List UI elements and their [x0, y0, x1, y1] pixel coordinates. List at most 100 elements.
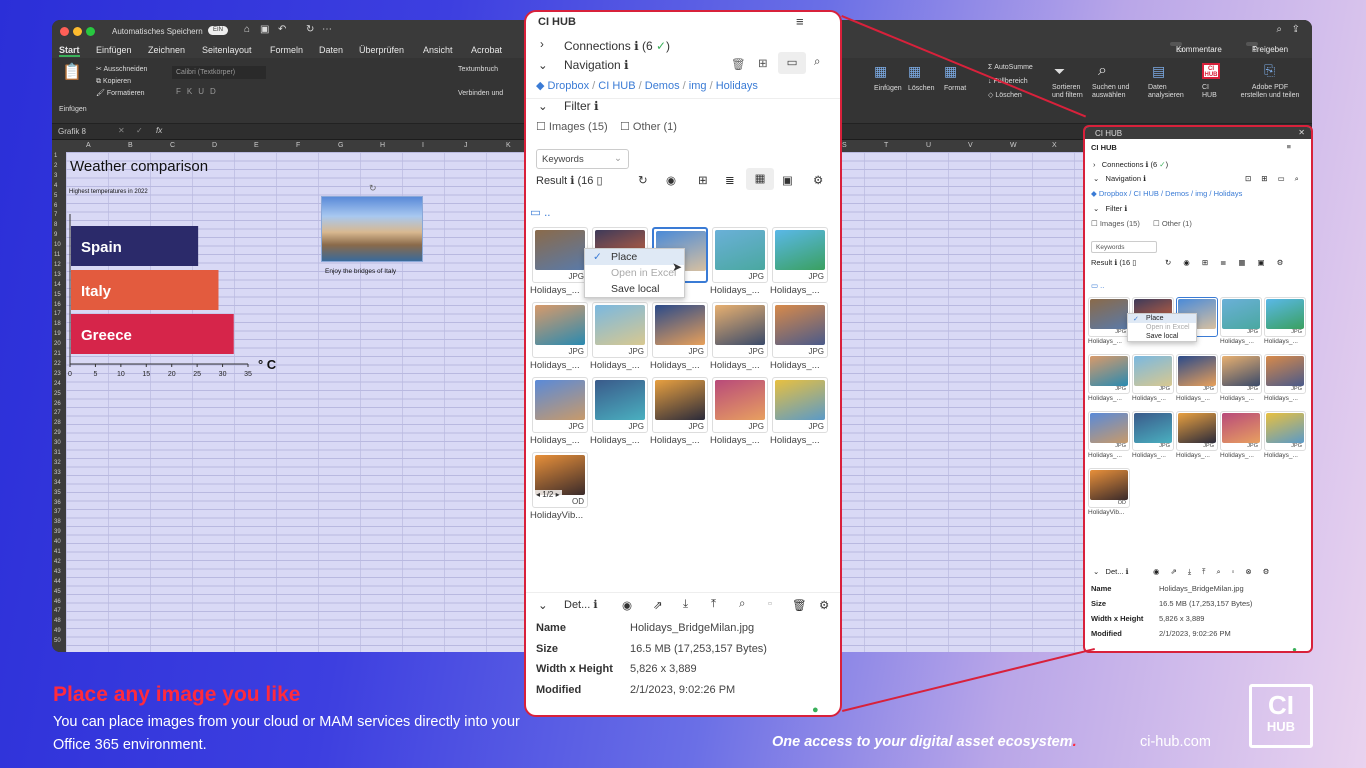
row-header[interactable]: 44: [54, 579, 61, 585]
images-filter-checkbox[interactable]: ☐ Images (15): [536, 120, 608, 133]
column-header[interactable]: V: [968, 142, 973, 149]
pane2-thumbnail[interactable]: JPG: [1220, 354, 1262, 394]
connections-header[interactable]: Connections ℹ (6 ✓): [564, 39, 670, 53]
row-header[interactable]: 26: [54, 401, 61, 407]
pane2-breadcrumb[interactable]: ◆ Dropbox / CI HUB / Demos / img / Holid…: [1091, 189, 1242, 198]
row-header[interactable]: 39: [54, 529, 61, 535]
merge-button[interactable]: Verbinden und: [458, 90, 503, 98]
details-header[interactable]: Det... ℹ: [564, 598, 598, 611]
pane2-crumb-3[interactable]: img: [1195, 189, 1207, 198]
crumb-cihub[interactable]: CI HUB: [598, 80, 635, 92]
row-header[interactable]: 31: [54, 450, 61, 456]
pane2-thumbnail[interactable]: JPG: [1088, 411, 1130, 451]
connections-section[interactable]: ›: [540, 39, 544, 51]
external-link-icon[interactable]: ⇗: [653, 598, 663, 612]
add-folder-icon[interactable]: ⊞: [758, 56, 768, 70]
image-caption[interactable]: Enjoy the bridges of Italy: [325, 268, 396, 275]
pane2-crumb-0[interactable]: Dropbox: [1099, 189, 1127, 198]
row-header[interactable]: 30: [54, 440, 61, 446]
autosave-toggle[interactable]: EIN: [208, 26, 229, 35]
pager[interactable]: ◂ 1/2 ▸: [534, 490, 562, 499]
crumb-holidays[interactable]: Holidays: [716, 80, 758, 92]
search-panel-icon[interactable]: ⌕: [814, 56, 820, 69]
weather-bar-chart[interactable]: Spain Italy Greece 0 5 10 15 20 25 30 35 ° C: [66, 196, 296, 386]
row-header[interactable]: 19: [54, 331, 61, 337]
pane2-thumbnail[interactable]: JPG: [1132, 354, 1174, 394]
cancel-icon[interactable]: ✕: [118, 126, 125, 135]
sort-filter-icon[interactable]: ⏷: [1054, 63, 1065, 79]
row-header[interactable]: 15: [54, 292, 61, 298]
tab-ansicht[interactable]: Ansicht: [423, 45, 453, 55]
thumbnail[interactable]: JPG: [592, 302, 648, 358]
tab-acrobat[interactable]: Acrobat: [471, 45, 502, 55]
pane2-navigation[interactable]: ⌄ Navigation ℹ: [1093, 174, 1146, 183]
thumbnail[interactable]: JPG: [712, 227, 768, 283]
row-header[interactable]: 1: [54, 153, 57, 159]
column-header[interactable]: E: [254, 142, 259, 149]
pane2-thumbnail[interactable]: JPG: [1264, 411, 1306, 451]
row-header[interactable]: 16: [54, 302, 61, 308]
minimize-window-icon[interactable]: [73, 27, 82, 36]
pane2-connections[interactable]: › Connections ℹ (6 ✓): [1093, 160, 1168, 169]
row-header[interactable]: 3: [54, 173, 57, 179]
row-header[interactable]: 38: [54, 519, 61, 525]
paste-icon[interactable]: 📋: [62, 64, 82, 82]
tab-seitenlayout[interactable]: Seitenlayout: [202, 45, 252, 55]
row-header[interactable]: 4: [54, 183, 57, 189]
column-header[interactable]: T: [884, 142, 888, 149]
filter-header[interactable]: Filter ℹ: [564, 99, 599, 113]
row-header[interactable]: 36: [54, 500, 61, 506]
row-header[interactable]: 20: [54, 341, 61, 347]
thumbnail[interactable]: OD: [532, 452, 588, 508]
row-header[interactable]: 2: [54, 163, 57, 169]
row-header[interactable]: 9: [54, 232, 57, 238]
crumb-dropbox[interactable]: Dropbox: [548, 80, 590, 92]
adobe-pdf-icon[interactable]: ⎘: [1264, 62, 1275, 78]
wrap-text-button[interactable]: Textumbruch: [458, 66, 498, 74]
cut-button[interactable]: ✂ Ausschneiden: [96, 66, 147, 74]
column-header[interactable]: U: [926, 142, 931, 149]
menu-icon[interactable]: ≡: [796, 14, 804, 29]
clear-button[interactable]: ◇ Löschen: [988, 92, 1022, 100]
trash-icon[interactable]: 🗑: [731, 57, 746, 71]
tab-einfuegen[interactable]: Einfügen: [96, 45, 132, 55]
row-header[interactable]: 49: [54, 628, 61, 634]
search-icon[interactable]: ⌕: [1276, 24, 1282, 35]
pane2-nav-icons[interactable]: ⊡⊞▭⌕: [1245, 174, 1309, 184]
format-painter-button[interactable]: 🖌 Formatieren: [96, 90, 145, 98]
lock-icon[interactable]: ▫: [768, 598, 772, 610]
row-header[interactable]: 42: [54, 559, 61, 565]
copy-button[interactable]: ⧉ Kopieren: [96, 78, 131, 86]
pane2-thumbnail[interactable]: JPG: [1088, 297, 1130, 337]
filter-chevron-icon[interactable]: ⌄: [538, 99, 548, 113]
thumbnail[interactable]: JPG: [532, 227, 588, 283]
pane2-ctx-save[interactable]: Save local: [1128, 332, 1196, 341]
close-window-icon[interactable]: [60, 27, 69, 36]
row-header[interactable]: 48: [54, 618, 61, 624]
pane2-thumbnail[interactable]: JPG: [1176, 411, 1218, 451]
pane2-ctx-open[interactable]: Open in Excel: [1128, 323, 1196, 332]
tab-formeln[interactable]: Formeln: [270, 45, 303, 55]
format-cells-icon[interactable]: ▦: [944, 63, 957, 79]
fx-label[interactable]: fx: [156, 126, 162, 135]
folder-icon[interactable]: ▭: [778, 52, 806, 74]
comments-button[interactable]: ▭ Kommentare: [1170, 42, 1222, 54]
pane2-details-toolbar[interactable]: ◉⇗⤓⤒⌕▫⊗⚙: [1153, 567, 1280, 577]
tab-ueberpruefen[interactable]: Überprüfen: [359, 45, 404, 55]
website-link[interactable]: ci-hub.com: [1140, 734, 1211, 750]
zoom-icon[interactable]: ⌕: [739, 598, 745, 611]
grid-view-icon[interactable]: ▦: [746, 168, 774, 190]
column-header[interactable]: K: [506, 142, 511, 149]
add-icon[interactable]: ⊞: [698, 173, 708, 187]
pane2-thumbnail[interactable]: JPG: [1176, 354, 1218, 394]
thumbnail[interactable]: JPG: [592, 377, 648, 433]
delete-icon[interactable]: 🗑: [792, 598, 807, 612]
pane2-result-toolbar[interactable]: ↻◉⊞≣▦▣⚙: [1165, 258, 1295, 267]
row-header[interactable]: 37: [54, 509, 61, 515]
column-header[interactable]: H: [380, 142, 385, 149]
pane2-close-icon[interactable]: ✕: [1298, 128, 1305, 137]
cihub-ribbon-label[interactable]: CI HUB: [1202, 84, 1224, 99]
row-header[interactable]: 18: [54, 321, 61, 327]
row-header[interactable]: 25: [54, 391, 61, 397]
ctx-place[interactable]: ✓ Place: [585, 249, 685, 265]
